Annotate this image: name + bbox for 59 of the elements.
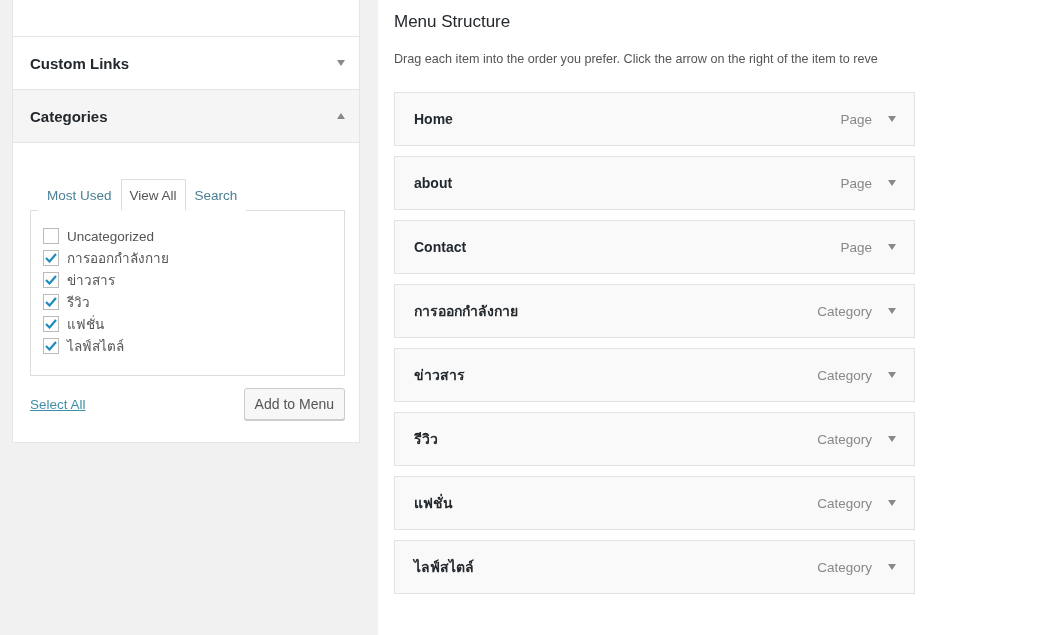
menu-item[interactable]: รีวิว Category [394, 412, 915, 466]
menu-item-type: Page [840, 175, 872, 191]
caret-down-icon[interactable] [888, 372, 896, 378]
menu-item[interactable]: Home Page [394, 92, 915, 146]
menu-item-title: การออกกำลังกาย [414, 302, 519, 321]
checkbox[interactable] [43, 316, 59, 332]
section-title: Categories [30, 107, 108, 125]
menu-item-type: Page [840, 239, 872, 255]
checkbox[interactable] [43, 294, 59, 310]
checkbox[interactable] [43, 272, 59, 288]
checkmark-icon [45, 253, 57, 263]
checkbox-label: ไลฟ์สไตล์ [67, 338, 124, 356]
menu-item-type: Page [840, 111, 872, 127]
checkbox[interactable] [43, 250, 59, 266]
menu-item-type: Category [817, 303, 872, 319]
menu-item-title: ข่าวสาร [414, 366, 466, 385]
caret-down-icon[interactable] [888, 116, 896, 122]
menu-item-type: Category [817, 367, 872, 383]
checkmark-icon [45, 341, 57, 351]
checkmark-icon [45, 319, 57, 329]
menu-item-title: about [414, 175, 454, 191]
caret-down-icon[interactable] [888, 500, 896, 506]
menu-item[interactable]: การออกกำลังกาย Category [394, 284, 915, 338]
menu-item-type: Category [817, 559, 872, 575]
caret-down-icon[interactable] [888, 244, 896, 250]
menu-item[interactable]: about Page [394, 156, 915, 210]
section-title: Custom Links [30, 54, 130, 72]
menu-item[interactable]: Contact Page [394, 220, 915, 274]
tab[interactable]: View All [120, 179, 186, 211]
caret-down-icon[interactable] [888, 564, 896, 570]
accordion-header[interactable]: Categories [13, 90, 359, 143]
menu-item-title: รีวิว [414, 430, 439, 449]
checkbox-label: ข่าวสาร [67, 272, 115, 290]
checkbox-label: แฟชั่น [67, 314, 104, 334]
instructions-text: Drag each item into the order you prefer. Click the arrow on the right of the item to reve [394, 52, 879, 66]
caret-down-icon[interactable] [337, 60, 345, 66]
caret-down-icon[interactable] [888, 436, 896, 442]
menu-item-title: แฟชั่น [414, 492, 454, 513]
menu-item-title: Home [414, 111, 454, 127]
menu-item[interactable]: แฟชั่น Category [394, 476, 915, 530]
checkbox-label: Uncategorized [67, 228, 155, 244]
checkbox[interactable] [43, 228, 59, 244]
menu-item[interactable]: ข่าวสาร Category [394, 348, 915, 402]
checkmark-icon [45, 275, 57, 285]
add-to-menu-button[interactable]: Add to Menu [243, 388, 345, 420]
caret-up-icon[interactable] [337, 113, 345, 119]
menu-item-title: Contact [414, 239, 468, 255]
checkbox[interactable] [43, 338, 59, 354]
checkmark-icon [45, 297, 57, 307]
menu-item[interactable]: ไลฟ์สไตล์ Category [394, 540, 915, 594]
checkbox-label: รีวิว [67, 294, 90, 312]
select-all-link[interactable]: Select All [30, 396, 86, 412]
checkbox-label: การออกกำลังกาย [67, 250, 169, 268]
caret-down-icon[interactable] [888, 308, 896, 314]
menu-item-type: Category [817, 495, 872, 511]
caret-down-icon[interactable] [888, 180, 896, 186]
section-heading: Menu Structure [394, 12, 511, 32]
menu-item-title: ไลฟ์สไตล์ [414, 558, 475, 577]
menu-item-type: Category [817, 431, 872, 447]
